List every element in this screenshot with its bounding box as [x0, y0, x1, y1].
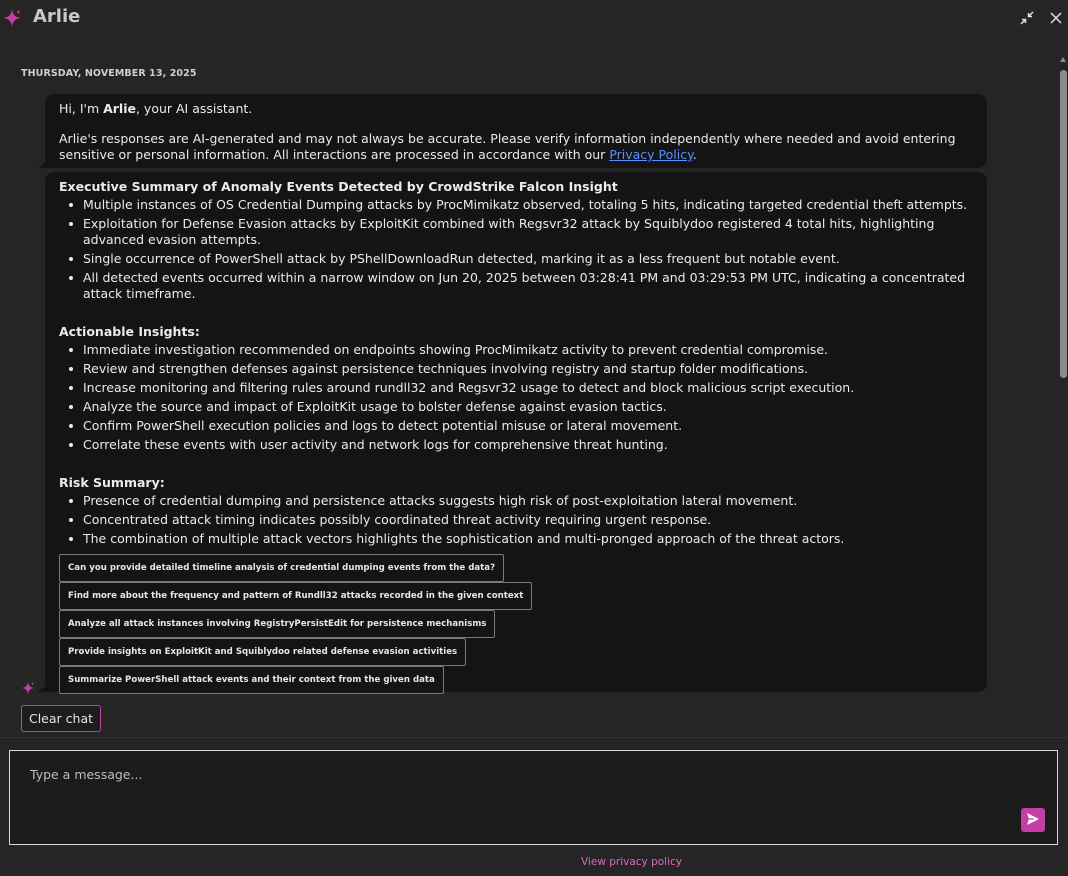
- list-item: Confirm PowerShell execution policies an…: [59, 418, 973, 434]
- divider: [0, 737, 1068, 738]
- list-item: Review and strengthen defenses against p…: [59, 361, 973, 377]
- assistant-sparkle-icon: [21, 680, 35, 695]
- insights-list: Immediate investigation recommended on e…: [59, 342, 973, 453]
- scroll-up-arrow-icon[interactable]: [1060, 57, 1066, 62]
- list-item: All detected events occurred within a na…: [59, 270, 973, 302]
- chat-window: Arlie THURSDAY, NOVEMBER 13, 2025 Hi, I'…: [0, 0, 1068, 876]
- chat-history[interactable]: THURSDAY, NOVEMBER 13, 2025 Hi, I'm Arli…: [0, 42, 1058, 737]
- scrollbar-thumb[interactable]: [1060, 70, 1067, 378]
- collapse-arrows-icon[interactable]: [1019, 10, 1035, 26]
- disclaimer-period: .: [692, 147, 697, 162]
- privacy-policy-link[interactable]: Privacy Policy: [609, 147, 692, 162]
- disclaimer-text: Arlie's responses are AI-generated and m…: [59, 131, 956, 162]
- suggestion-chip[interactable]: Summarize PowerShell attack events and t…: [59, 666, 444, 694]
- list-item: Immediate investigation recommended on e…: [59, 342, 973, 358]
- list-item: Analyze the source and impact of Exploit…: [59, 399, 973, 415]
- send-arrow-icon: [1026, 812, 1040, 829]
- list-item: Concentrated attack timing indicates pos…: [59, 512, 973, 528]
- list-item: Single occurrence of PowerShell attack b…: [59, 251, 973, 267]
- date-label: THURSDAY, NOVEMBER 13, 2025: [21, 68, 197, 79]
- message-input[interactable]: [30, 767, 1010, 827]
- greeting-rest: , your AI assistant.: [135, 101, 253, 116]
- clear-chat-button[interactable]: Clear chat: [21, 705, 101, 732]
- view-privacy-policy-link[interactable]: View privacy policy: [0, 856, 1068, 868]
- list-item: Increase monitoring and filtering rules …: [59, 380, 973, 396]
- app-title: Arlie: [33, 6, 81, 27]
- suggested-prompts: Can you provide detailed timeline analys…: [59, 550, 973, 694]
- list-item: Multiple instances of OS Credential Dump…: [59, 197, 973, 213]
- send-button[interactable]: [1021, 808, 1045, 832]
- summary-list: Multiple instances of OS Credential Dump…: [59, 197, 973, 302]
- header: Arlie: [0, 0, 1068, 38]
- sparkle-icon: [2, 8, 22, 28]
- list-item: Exploitation for Defense Evasion attacks…: [59, 216, 973, 248]
- risk-list: Presence of credential dumping and persi…: [59, 493, 973, 547]
- greeting-line: Hi, I'm Arlie, your AI assistant.: [59, 101, 973, 117]
- list-item: Presence of credential dumping and persi…: [59, 493, 973, 509]
- greeting-message: Hi, I'm Arlie, your AI assistant. Arlie'…: [45, 94, 987, 168]
- assistant-answer: Executive Summary of Anomaly Events Dete…: [45, 172, 987, 694]
- close-icon[interactable]: [1048, 10, 1064, 26]
- assistant-name: Arlie: [103, 101, 136, 116]
- insights-title: Actionable Insights:: [59, 324, 200, 339]
- summary-title: Executive Summary of Anomaly Events Dete…: [59, 179, 618, 194]
- message-composer: [9, 750, 1058, 845]
- list-item: Correlate these events with user activit…: [59, 437, 973, 453]
- list-item: The combination of multiple attack vecto…: [59, 531, 973, 547]
- disclaimer: Arlie's responses are AI-generated and m…: [59, 131, 973, 163]
- greeting-hi: Hi, I'm: [59, 101, 104, 116]
- risk-title: Risk Summary:: [59, 475, 165, 490]
